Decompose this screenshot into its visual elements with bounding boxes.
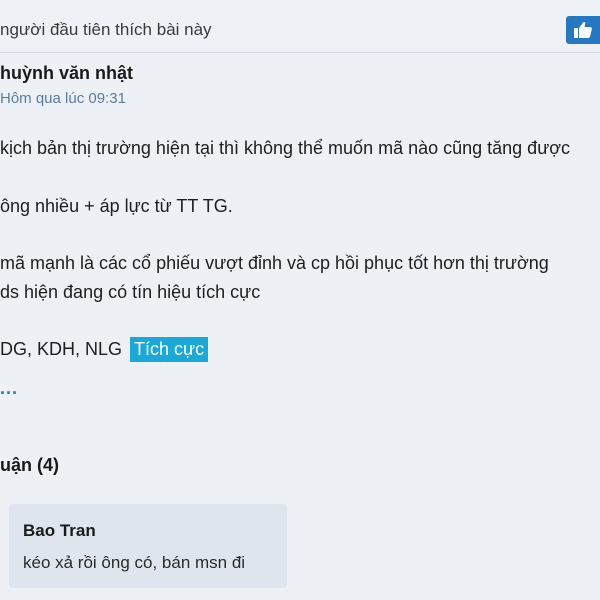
comment-text: kéo xả rồi ông có, bán msn đi — [23, 553, 246, 572]
post-timestamp[interactable]: Hôm qua lúc 09:31 — [0, 90, 126, 107]
post-author[interactable]: huỳnh văn nhật — [0, 63, 133, 84]
post-line: kịch bản thị trường hiện tại thì không t… — [0, 138, 571, 158]
comments-header: uận (4) — [0, 455, 60, 475]
like-summary-text: người đầu tiên thích bài này — [0, 20, 212, 39]
post-line: mã mạnh là các cổ phiếu vượt đỉnh và cp … — [0, 253, 549, 273]
post-line: ông nhiều + áp lực từ TT TG. — [0, 196, 233, 216]
ticker-list: DG, KDH, NLG — [0, 339, 123, 359]
like-summary-bar: người đầu tiên thích bài này — [0, 0, 600, 53]
thumbs-up-icon — [574, 21, 592, 38]
comment-author[interactable]: Bao Tran — [23, 521, 96, 541]
sentiment-tag[interactable]: Tích cực — [130, 337, 209, 362]
post-line: ds hiện đang có tín hiệu tích cực — [0, 282, 261, 302]
post-line-tickers: DG, KDH, NLG Tích cực — [0, 337, 209, 362]
like-button[interactable] — [566, 16, 600, 44]
more-options-button[interactable]: ... — [0, 378, 18, 399]
comment-card: Bao Tran kéo xả rồi ông có, bán msn đi — [9, 504, 287, 588]
